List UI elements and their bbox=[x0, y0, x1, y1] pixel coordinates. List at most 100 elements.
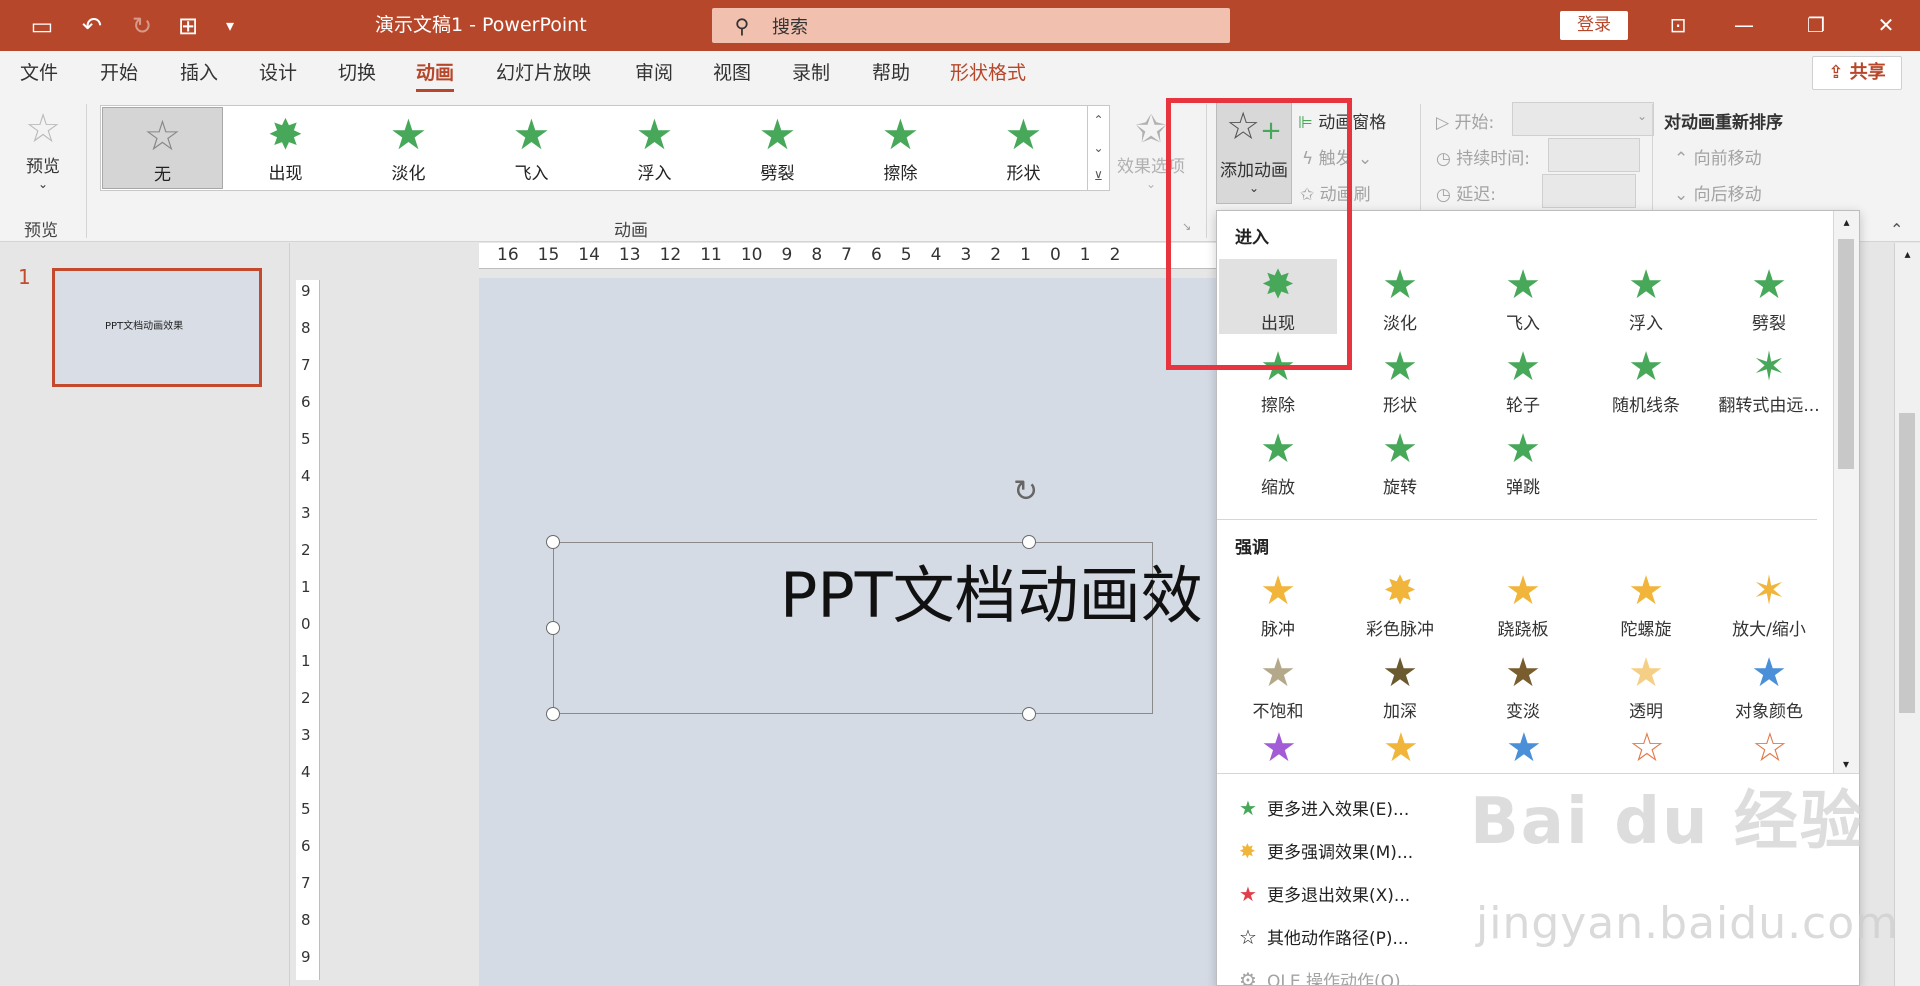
undo-icon[interactable]: ↶ bbox=[70, 0, 114, 51]
gallery-item-fade[interactable]: ★ 淡化 bbox=[348, 107, 469, 189]
resize-handle[interactable] bbox=[546, 621, 560, 635]
slide-thumbnail[interactable]: PPT文档动画效果 bbox=[52, 268, 262, 387]
tab-file[interactable]: 文件 bbox=[20, 51, 58, 96]
star-icon: ★ bbox=[1383, 725, 1419, 765]
move-earlier-button[interactable]: ⌃ 向前移动 bbox=[1674, 144, 1762, 169]
move-later-button[interactable]: ⌄ 向后移动 bbox=[1674, 180, 1762, 205]
star-icon: ★ bbox=[1505, 426, 1541, 472]
star-icon: ★ bbox=[758, 110, 797, 159]
effect-shape[interactable]: ★ 形状 bbox=[1341, 341, 1459, 416]
effect-spin[interactable]: ★ 陀螺旋 bbox=[1587, 565, 1705, 640]
chevron-up-icon[interactable]: ▴ bbox=[1834, 215, 1859, 229]
resize-handle[interactable] bbox=[1022, 707, 1036, 721]
effect-transparency[interactable]: ★ 透明 bbox=[1587, 647, 1705, 722]
gallery-item-fly-in[interactable]: ★ 飞入 bbox=[471, 107, 592, 189]
ruler-tick-label: 3 bbox=[301, 726, 311, 744]
resize-handle[interactable] bbox=[546, 707, 560, 721]
tab-help[interactable]: 帮助 bbox=[872, 51, 910, 96]
gallery-scroll[interactable]: ⌃ ⌄ ⊻ bbox=[1088, 105, 1110, 191]
present-icon[interactable]: ⊞ bbox=[168, 0, 208, 51]
tab-home[interactable]: 开始 bbox=[100, 51, 138, 96]
gallery-item-none[interactable]: ☆ 无 bbox=[102, 107, 223, 189]
duration-input[interactable] bbox=[1548, 138, 1640, 172]
tab-design[interactable]: 设计 bbox=[259, 51, 297, 96]
gallery-item-shape[interactable]: ★ 形状 bbox=[963, 107, 1084, 189]
star-icon: ★ bbox=[1505, 262, 1541, 308]
effect-fade[interactable]: ★ 淡化 bbox=[1341, 259, 1459, 334]
ruler-ticks: 9 8 7 6 5 4 3 2 1 0 1 2 3 4 5 6 7 8 9 bbox=[301, 282, 311, 966]
more-exit-effects[interactable]: ★ 更多退出效果(X)... bbox=[1239, 881, 1410, 906]
effect-pulse[interactable]: ★ 脉冲 bbox=[1219, 565, 1337, 640]
share-button[interactable]: ⇪ 共享 bbox=[1812, 56, 1902, 90]
dropdown-scrollbar[interactable]: ▴ ▾ bbox=[1833, 211, 1859, 773]
vertical-scrollbar[interactable]: ▴ bbox=[1894, 243, 1920, 986]
chevron-down-icon[interactable]: ⌄ bbox=[1088, 134, 1109, 162]
expand-gallery-icon[interactable]: ⊻ bbox=[1088, 162, 1109, 190]
effect-float-in[interactable]: ★ 浮入 bbox=[1587, 259, 1705, 334]
tab-review[interactable]: 审阅 bbox=[635, 51, 673, 96]
ruler-tick-label: 6 bbox=[301, 393, 311, 411]
more-entrance-effects[interactable]: ★ 更多进入效果(E)... bbox=[1239, 795, 1409, 820]
redo-icon[interactable]: ↻ bbox=[124, 0, 160, 51]
ruler-tick-label: 2 bbox=[1109, 245, 1121, 265]
gallery-item-appear[interactable]: ✸ 出现 bbox=[225, 107, 346, 189]
effect-lighten[interactable]: ★ 变淡 bbox=[1464, 647, 1582, 722]
star-burst-icon: ✸ bbox=[1239, 839, 1256, 863]
ruler-tick-label: 3 bbox=[960, 245, 972, 265]
minimize-icon[interactable]: — bbox=[1714, 0, 1774, 51]
star-icon: ★ bbox=[1260, 650, 1296, 696]
tab-animations[interactable]: 动画 bbox=[416, 51, 455, 96]
effect-color-pulse[interactable]: ✸ 彩色脉冲 bbox=[1341, 565, 1459, 640]
gallery-item-split[interactable]: ★ 劈裂 bbox=[717, 107, 838, 189]
search-input[interactable]: ⚲ 搜索 bbox=[712, 8, 1230, 43]
ruler-tick-label: 4 bbox=[301, 763, 311, 781]
effect-split[interactable]: ★ 劈裂 bbox=[1710, 259, 1828, 334]
effect-bounce[interactable]: ★ 弹跳 bbox=[1464, 423, 1582, 498]
preview-button[interactable]: ☆ 预览 ⌄ bbox=[14, 106, 72, 191]
effect-grow-shrink[interactable]: ✶ 放大/缩小 bbox=[1710, 565, 1828, 640]
scroll-thumb[interactable] bbox=[1899, 413, 1915, 713]
tab-slideshow[interactable]: 幻灯片放映 bbox=[496, 51, 591, 96]
rotate-handle-icon[interactable]: ↻ bbox=[1013, 474, 1038, 509]
chevron-up-icon[interactable]: ▴ bbox=[1895, 247, 1920, 261]
tab-insert[interactable]: 插入 bbox=[180, 51, 218, 96]
close-icon[interactable]: ✕ bbox=[1856, 0, 1916, 51]
save-icon[interactable]: ▭ bbox=[22, 0, 62, 51]
tab-transitions[interactable]: 切换 bbox=[338, 51, 376, 96]
emphasis-row-partial: ★ ★ ★ ☆ ☆ bbox=[1219, 725, 1829, 765]
start-select[interactable]: ⌄ bbox=[1512, 102, 1654, 136]
ole-action-verbs[interactable]: ⚙ OLE 操作动作(O)... bbox=[1239, 967, 1417, 985]
customize-icon[interactable]: ▾ bbox=[215, 0, 245, 51]
effect-swivel[interactable]: ★ 旋转 bbox=[1341, 423, 1459, 498]
more-motion-paths[interactable]: ☆ 其他动作路径(P)... bbox=[1239, 924, 1409, 949]
tab-view[interactable]: 视图 bbox=[713, 51, 751, 96]
chevron-down-icon: ⌄ bbox=[1352, 149, 1373, 169]
effect-fly-in[interactable]: ★ 飞入 bbox=[1464, 259, 1582, 334]
chevron-down-icon[interactable]: ▾ bbox=[1834, 757, 1858, 771]
gallery-item-float-in[interactable]: ★ 浮入 bbox=[594, 107, 715, 189]
effect-desaturate[interactable]: ★ 不饱和 bbox=[1219, 647, 1337, 722]
effect-wheel[interactable]: ★ 轮子 bbox=[1464, 341, 1582, 416]
ribbon-display-icon[interactable]: ⊡ bbox=[1648, 0, 1708, 51]
chevron-up-icon[interactable]: ⌃ bbox=[1088, 106, 1109, 134]
scroll-thumb[interactable] bbox=[1838, 239, 1854, 469]
tab-shape-format[interactable]: 形状格式 bbox=[950, 51, 1026, 96]
effect-darken[interactable]: ★ 加深 bbox=[1341, 647, 1459, 722]
chevron-down-icon: ⌄ bbox=[1636, 109, 1647, 123]
login-button[interactable]: 登录 bbox=[1560, 11, 1628, 40]
ruler-tick-label: 4 bbox=[301, 467, 311, 485]
effect-random-bars[interactable]: ★ 随机线条 bbox=[1587, 341, 1705, 416]
restore-icon[interactable]: ❐ bbox=[1786, 0, 1846, 51]
effect-teeter[interactable]: ★ 跷跷板 bbox=[1464, 565, 1582, 640]
more-emphasis-effects[interactable]: ✸ 更多强调效果(M)... bbox=[1239, 838, 1413, 863]
delay-input[interactable] bbox=[1542, 174, 1636, 208]
gallery-item-wipe[interactable]: ★ 擦除 bbox=[840, 107, 961, 189]
effect-object-color[interactable]: ★ 对象颜色 bbox=[1710, 647, 1828, 722]
ruler-tick-label: 5 bbox=[301, 430, 311, 448]
ruler-tick-label: 1 bbox=[1020, 245, 1031, 265]
effect-zoom[interactable]: ★ 缩放 bbox=[1219, 423, 1337, 498]
effect-grow-turn[interactable]: ✶ 翻转式由远... bbox=[1710, 341, 1828, 416]
collapse-ribbon-icon[interactable]: ⌃ bbox=[1890, 220, 1903, 239]
tab-record[interactable]: 录制 bbox=[792, 51, 830, 96]
resize-handle[interactable] bbox=[546, 535, 560, 549]
